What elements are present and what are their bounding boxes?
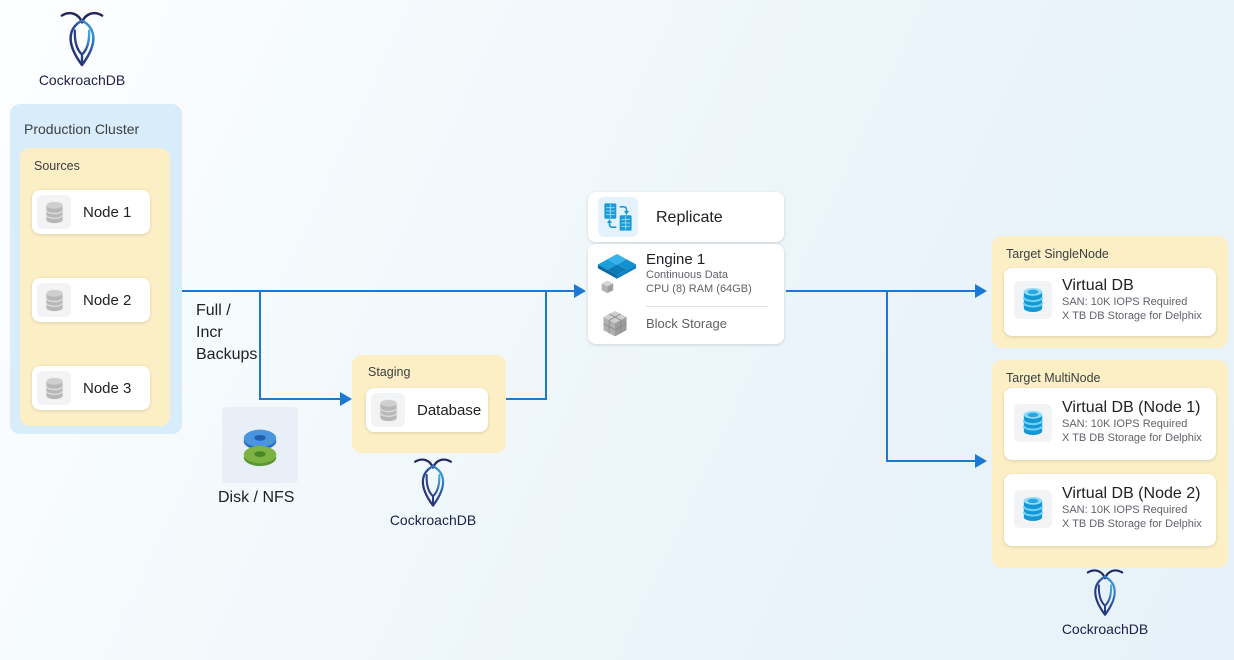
engine-title: Engine 1 bbox=[646, 251, 752, 268]
virtual-db-line2: X TB DB Storage for Delphix bbox=[1062, 431, 1202, 445]
engine-divider bbox=[646, 306, 768, 307]
cockroachdb-icon bbox=[1083, 566, 1127, 619]
sources-title: Sources bbox=[34, 159, 80, 173]
engine-subtitle-2: CPU (8) RAM (64GB) bbox=[646, 282, 752, 296]
virtual-db-icon bbox=[1014, 281, 1052, 319]
arrowhead-target-multi bbox=[975, 454, 987, 468]
cockroachdb-logo-label: CockroachDB bbox=[1062, 621, 1148, 637]
engine-subtitle-1: Continuous Data bbox=[646, 268, 752, 282]
virtual-db-title: Virtual DB (Node 1) bbox=[1062, 398, 1202, 417]
sources-box: Sources Node 1 Node 2 Node 3 bbox=[20, 148, 170, 426]
virtual-db-line1: SAN: 10K IOPS Required bbox=[1062, 417, 1202, 431]
connector-target-multi bbox=[886, 460, 975, 462]
virtual-db-line2: X TB DB Storage for Delphix bbox=[1062, 309, 1202, 323]
arrowhead-target-single bbox=[975, 284, 987, 298]
connector-staging-up bbox=[545, 290, 547, 400]
database-icon bbox=[37, 371, 71, 405]
target-multi-title: Target MultiNode bbox=[1006, 371, 1101, 385]
node-label: Node 2 bbox=[83, 292, 131, 309]
engine-text: Engine 1 Continuous Data CPU (8) RAM (64… bbox=[646, 251, 752, 296]
virtual-db-line1: SAN: 10K IOPS Required bbox=[1062, 295, 1202, 309]
target-multi-box: Target MultiNode Virtual DB (Node 1) SAN… bbox=[992, 360, 1228, 568]
virtual-db-node2-card: Virtual DB (Node 2) SAN: 10K IOPS Requir… bbox=[1004, 474, 1216, 546]
node-card-3: Node 3 bbox=[32, 366, 150, 410]
virtual-db-line1: SAN: 10K IOPS Required bbox=[1062, 503, 1202, 517]
replicate-title: Replicate bbox=[656, 208, 723, 227]
connector-backup-right bbox=[259, 398, 341, 400]
staging-title: Staging bbox=[368, 365, 410, 379]
database-card: Database bbox=[366, 388, 488, 432]
arrowhead-staging bbox=[340, 392, 352, 406]
backups-label: Full / Incr Backups bbox=[196, 300, 257, 366]
block-storage-icon bbox=[600, 310, 630, 338]
virtual-db-icon bbox=[1014, 490, 1052, 528]
cockroachdb-logo-staging: CockroachDB bbox=[383, 455, 483, 528]
connector-staging-out bbox=[506, 398, 547, 400]
replicate-icon bbox=[598, 197, 638, 237]
disk-nfs-tile bbox=[222, 407, 298, 483]
virtual-db-title: Virtual DB (Node 2) bbox=[1062, 484, 1202, 503]
staging-box: Staging Database bbox=[352, 355, 506, 453]
disk-stack-icon bbox=[237, 418, 283, 472]
connector-target-down bbox=[886, 290, 888, 462]
cockroachdb-logo-target: CockroachDB bbox=[1055, 566, 1155, 637]
database-icon bbox=[371, 393, 405, 427]
database-label: Database bbox=[417, 402, 481, 419]
connector-main bbox=[182, 290, 574, 292]
cockroachdb-logo-label: CockroachDB bbox=[390, 512, 476, 528]
replicate-header-card: Replicate bbox=[588, 192, 784, 242]
production-cluster-title: Production Cluster bbox=[24, 121, 139, 137]
target-single-box: Target SingleNode Virtual DB SAN: 10K IO… bbox=[992, 236, 1228, 348]
virtual-db-card: Virtual DB SAN: 10K IOPS Required X TB D… bbox=[1004, 268, 1216, 336]
virtual-db-icon bbox=[1014, 404, 1052, 442]
cockroachdb-icon bbox=[410, 455, 456, 510]
arrowhead-engine bbox=[574, 284, 586, 298]
cockroachdb-logo-label: CockroachDB bbox=[39, 72, 125, 88]
database-icon bbox=[37, 195, 71, 229]
target-single-title: Target SingleNode bbox=[1006, 247, 1109, 261]
diagram-canvas: CockroachDB Production Cluster Sources N… bbox=[0, 0, 1234, 660]
node-card-2: Node 2 bbox=[32, 278, 150, 322]
node-label: Node 3 bbox=[83, 380, 131, 397]
virtual-db-title: Virtual DB bbox=[1062, 276, 1202, 295]
virtual-db-node1-card: Virtual DB (Node 1) SAN: 10K IOPS Requir… bbox=[1004, 388, 1216, 460]
connector-engine-out bbox=[786, 290, 975, 292]
cockroachdb-logo-top: CockroachDB bbox=[32, 8, 132, 88]
node-label: Node 1 bbox=[83, 204, 131, 221]
virtual-db-line2: X TB DB Storage for Delphix bbox=[1062, 517, 1202, 531]
cockroachdb-icon bbox=[56, 8, 108, 70]
database-icon bbox=[37, 283, 71, 317]
connector-backup-down bbox=[259, 290, 261, 400]
production-cluster-box: Production Cluster Sources Node 1 Node 2… bbox=[10, 104, 182, 434]
engine-card: Engine 1 Continuous Data CPU (8) RAM (64… bbox=[588, 244, 784, 344]
block-storage-label: Block Storage bbox=[646, 316, 727, 331]
engine-icon bbox=[596, 252, 638, 296]
disk-nfs-label: Disk / NFS bbox=[218, 489, 294, 507]
node-card-1: Node 1 bbox=[32, 190, 150, 234]
